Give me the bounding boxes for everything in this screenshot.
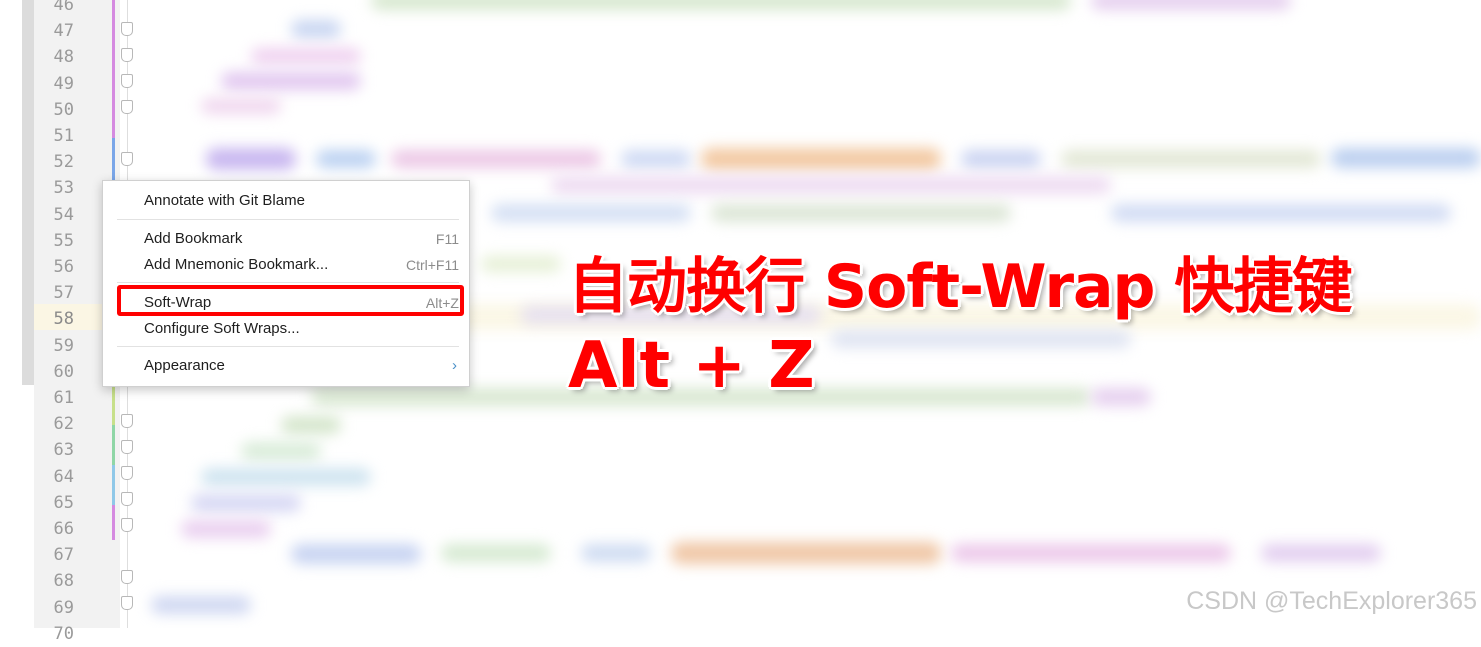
change-marker (112, 425, 115, 465)
menu-item-label: Add Mnemonic Bookmark... (144, 256, 329, 273)
change-marker (112, 138, 115, 180)
menu-item-shortcut: F11 (435, 231, 459, 247)
menu-item-add-mnemonic-bookmark[interactable]: Add Mnemonic Bookmark... Ctrl+F11 (103, 253, 469, 277)
change-marker (112, 465, 115, 505)
line-number: 69 (53, 597, 74, 618)
menu-item-label: Configure Soft Wraps... (144, 320, 300, 337)
line-number: 66 (53, 519, 74, 539)
change-marker (112, 0, 115, 138)
line-number: 64 (53, 466, 74, 487)
line-number: 47 (53, 21, 74, 42)
line-number: 52 (53, 152, 74, 173)
menu-item-label: Add Bookmark (144, 230, 243, 247)
menu-item-annotate-git-blame[interactable]: Annotate with Git Blame (103, 189, 469, 213)
line-number: 49 (53, 73, 74, 94)
change-marker (112, 385, 115, 425)
menu-item-appearance[interactable]: Appearance › (103, 354, 469, 378)
line-number: 51 (53, 126, 74, 146)
line-number: 70 (53, 623, 74, 644)
line-number: 50 (53, 99, 74, 120)
overlay-headline: 自动换行 Soft-Wrap 快捷键 (568, 252, 1352, 322)
line-number: 57 (53, 283, 74, 304)
line-number: 59 (53, 335, 74, 356)
line-number: 60 (53, 361, 74, 382)
line-number: 55 (53, 230, 74, 251)
menu-item-label: Appearance (144, 357, 225, 374)
line-number: 56 (53, 257, 74, 277)
line-number: 46 (53, 0, 74, 15)
change-marker (112, 505, 115, 540)
menu-item-label: Annotate with Git Blame (144, 192, 305, 209)
line-number: 54 (53, 204, 74, 225)
menu-item-configure-soft-wraps[interactable]: Configure Soft Wraps... (103, 317, 469, 341)
menu-item-shortcut: Ctrl+F11 (405, 257, 459, 273)
line-number: 61 (53, 388, 74, 408)
line-number: 48 (53, 47, 74, 68)
line-number: 58 (53, 309, 74, 330)
line-number: 65 (53, 492, 74, 513)
line-number: 62 (53, 414, 74, 435)
line-number: 68 (53, 571, 74, 592)
watermark: CSDN @TechExplorer365 (1186, 587, 1477, 615)
overlay-shortcut-text: Alt + Z (568, 329, 815, 403)
menu-separator (117, 282, 459, 283)
menu-separator (117, 219, 459, 220)
editor-context-menu: Annotate with Git Blame Add Bookmark F11… (102, 180, 470, 387)
chevron-right-icon: › (452, 357, 457, 374)
line-number: 53 (53, 178, 74, 199)
line-number: 67 (53, 545, 74, 566)
menu-separator (117, 346, 459, 347)
soft-wrap-highlight-box (117, 285, 464, 316)
editor-scrollbar[interactable] (22, 0, 34, 385)
line-number: 63 (53, 440, 74, 461)
menu-item-add-bookmark[interactable]: Add Bookmark F11 (103, 227, 469, 251)
